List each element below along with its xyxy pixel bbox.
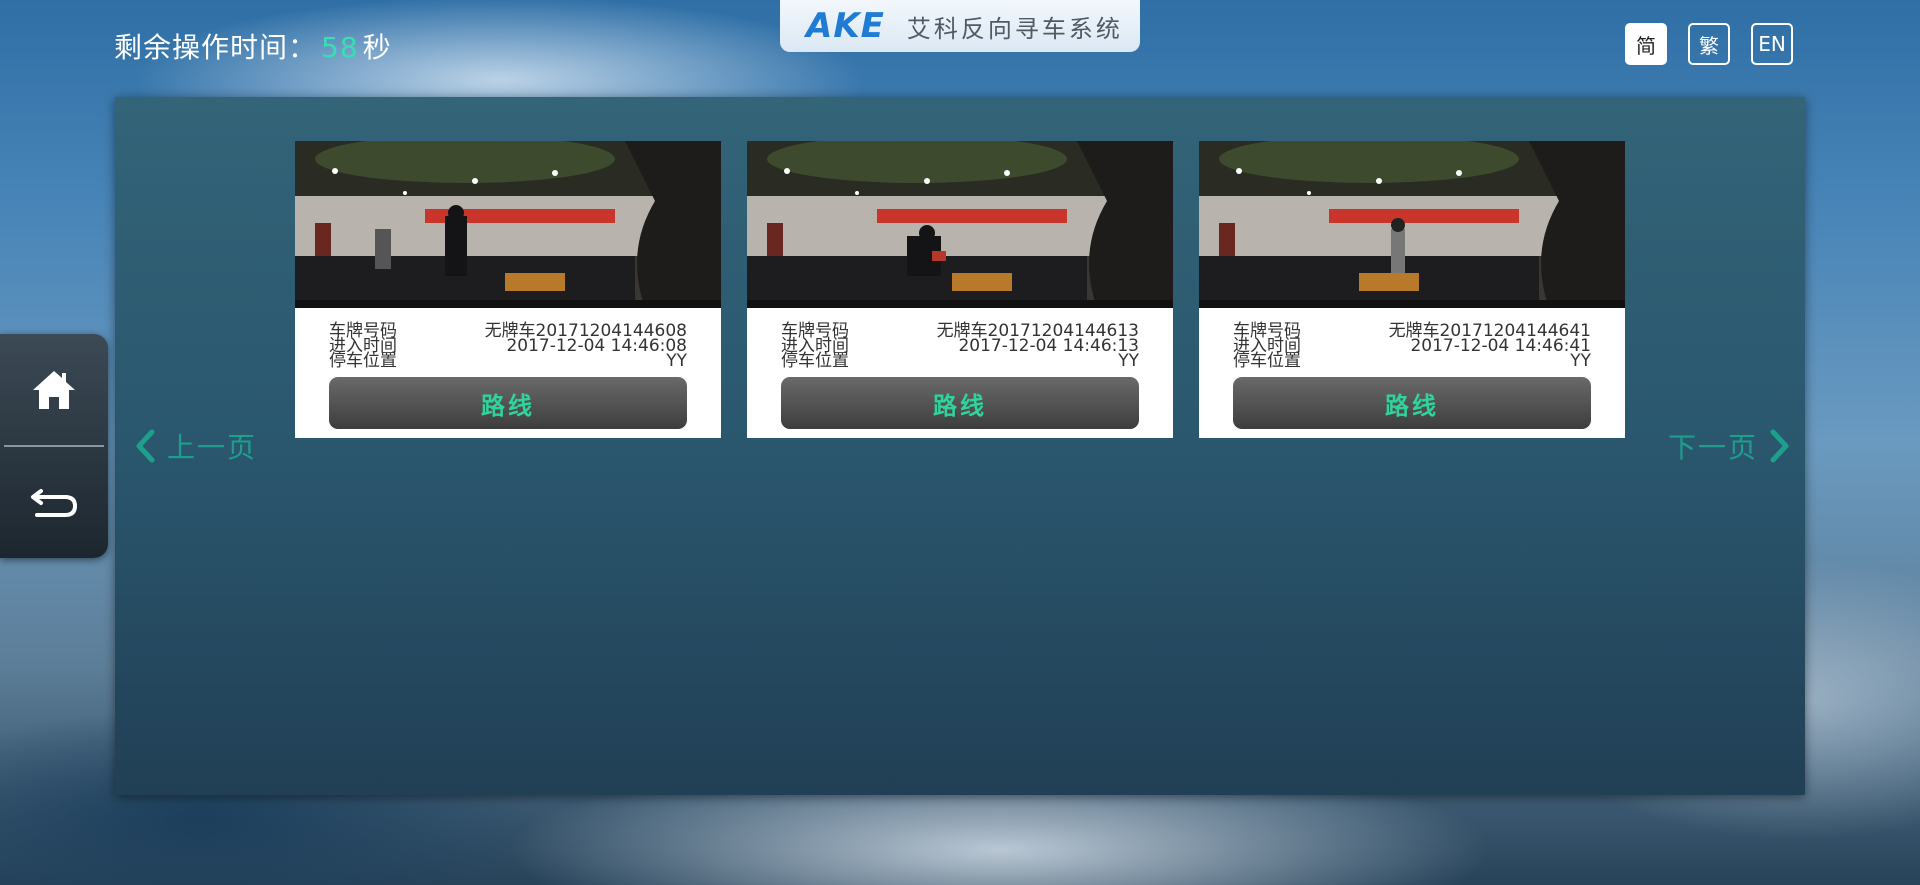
location-row: 停车位置 YY <box>1233 351 1591 371</box>
location-row: 停车位置 YY <box>781 351 1139 371</box>
prev-page-button[interactable]: 上一页 <box>135 426 257 466</box>
location-row: 停车位置 YY <box>329 351 687 371</box>
entry-time-value: 2017-12-04 14:46:41 <box>1410 336 1591 356</box>
lang-english-button[interactable]: EN <box>1751 23 1793 65</box>
entry-time-value: 2017-12-04 14:46:13 <box>958 336 1139 356</box>
home-button[interactable] <box>0 334 108 445</box>
location-label: 停车位置 <box>329 351 397 371</box>
next-page-label: 下一页 <box>1667 431 1758 464</box>
vehicle-card: 车牌号码 无牌车20171204144641 进入时间 2017-12-04 1… <box>1199 141 1625 438</box>
countdown-label: 剩余操作时间： <box>114 31 318 64</box>
route-button[interactable]: 路线 <box>329 377 687 429</box>
ake-logo: AKE <box>806 6 885 46</box>
language-switcher: 简 繁 EN <box>1625 23 1793 65</box>
chevron-right-icon <box>1770 429 1789 463</box>
location-label: 停车位置 <box>1233 351 1301 371</box>
back-icon <box>31 488 78 517</box>
vehicle-photo <box>295 141 721 308</box>
route-button[interactable]: 路线 <box>781 377 1139 429</box>
home-icon <box>33 370 75 409</box>
vehicle-photo <box>747 141 1173 308</box>
system-name: 艾科反向寻车系统 <box>906 14 1123 43</box>
back-button[interactable] <box>0 447 108 558</box>
vehicle-card: 车牌号码 无牌车20171204144608 进入时间 2017-12-04 1… <box>295 141 721 438</box>
location-value: YY <box>1118 351 1139 371</box>
prev-page-label: 上一页 <box>167 431 258 464</box>
vehicle-photo <box>1199 141 1625 308</box>
vehicle-card: 车牌号码 无牌车20171204144613 进入时间 2017-12-04 1… <box>747 141 1173 438</box>
chevron-left-icon <box>136 429 155 463</box>
location-value: YY <box>1570 351 1591 371</box>
next-page-button[interactable]: 下一页 <box>1668 426 1790 466</box>
vehicle-info: 车牌号码 无牌车20171204144613 进入时间 2017-12-04 1… <box>781 323 1139 371</box>
countdown: 剩余操作时间： 58 秒 <box>114 26 392 66</box>
location-label: 停车位置 <box>781 351 849 371</box>
lang-simplified-button[interactable]: 简 <box>1625 23 1667 65</box>
route-button[interactable]: 路线 <box>1233 377 1591 429</box>
countdown-seconds: 58 <box>321 31 359 64</box>
entry-time-value: 2017-12-04 14:46:08 <box>506 336 687 356</box>
lang-traditional-button[interactable]: 繁 <box>1688 23 1730 65</box>
side-nav <box>0 334 108 558</box>
location-value: YY <box>666 351 687 371</box>
vehicle-info: 车牌号码 无牌车20171204144608 进入时间 2017-12-04 1… <box>329 323 687 371</box>
countdown-unit: 秒 <box>362 31 392 64</box>
vehicle-info: 车牌号码 无牌车20171204144641 进入时间 2017-12-04 1… <box>1233 323 1591 371</box>
app-title: AKE 艾科反向寻车系统 <box>780 0 1140 52</box>
